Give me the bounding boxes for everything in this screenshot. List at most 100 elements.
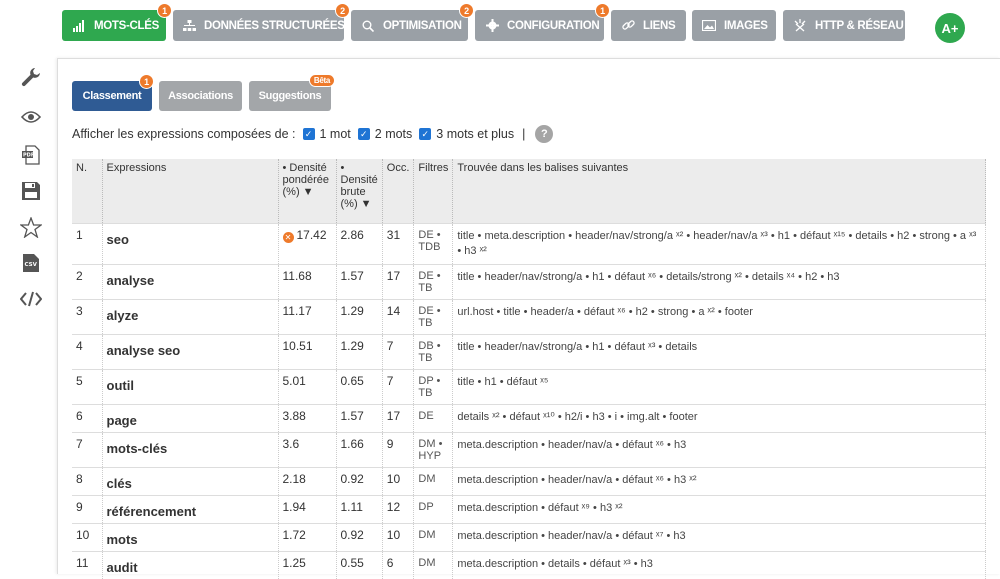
checkbox-1-mot[interactable]: ✓ bbox=[302, 128, 315, 140]
cell-expression-text: page bbox=[106, 412, 137, 428]
pdf-icon[interactable]: PDF bbox=[20, 144, 42, 166]
table-row[interactable]: 8 clés 2.18 0.92 10 DM meta.description • head… bbox=[72, 466, 986, 495]
star-icon[interactable] bbox=[20, 216, 42, 238]
cell-filtres-text: DM bbox=[418, 472, 436, 485]
cell-occurrences-text: 17 bbox=[386, 408, 401, 423]
cell-expression-text: analyse bbox=[106, 272, 155, 288]
cell-densite-ponderee: 1.25 bbox=[278, 550, 337, 579]
cell-occurrences: 17 bbox=[382, 263, 415, 299]
tab-label: HTTP & RÉSEAU bbox=[815, 19, 904, 32]
column-header-occurrences[interactable]: Occ. bbox=[382, 159, 415, 223]
cell-number: 10 bbox=[72, 522, 103, 551]
table-row[interactable]: 10 mots 1.72 0.92 10 DM meta.description • hea… bbox=[72, 522, 986, 551]
column-header-n[interactable]: N. bbox=[72, 159, 103, 223]
cell-number: 11 bbox=[72, 550, 103, 579]
wrench-icon[interactable] bbox=[20, 66, 42, 88]
cell-expression: outil bbox=[102, 368, 279, 404]
column-header-filtres[interactable]: Filtres bbox=[413, 159, 454, 223]
tab-configuration[interactable]: CONFIGURATION 1 bbox=[475, 3, 610, 41]
cell-densite-ponderee-text: 5.01 bbox=[282, 373, 306, 388]
option-label: 1 mot bbox=[319, 127, 351, 141]
cell-densite-ponderee: 11.68 bbox=[278, 263, 337, 299]
cell-densite-ponderee: 1.72 bbox=[278, 522, 337, 551]
cell-filtres: DB • TB bbox=[413, 333, 454, 369]
cell-densite-ponderee: 5.01 bbox=[278, 368, 337, 404]
cell-expression-text: clés bbox=[106, 475, 132, 491]
cell-occurrences-text: 17 bbox=[386, 268, 401, 283]
table-row[interactable]: 2 analyse 11.68 1.57 17 DE • TB title • header… bbox=[72, 263, 986, 299]
notification-badge: 1 bbox=[595, 3, 610, 18]
help-icon[interactable]: ? bbox=[535, 125, 554, 143]
beta-badge: Bêta bbox=[308, 74, 335, 87]
tab-label: IMAGES bbox=[724, 19, 768, 32]
cell-filtres-text: DP • TB bbox=[418, 374, 441, 399]
sitemap-icon bbox=[183, 19, 196, 33]
eye-icon[interactable] bbox=[20, 106, 42, 128]
filter-label: Afficher les expressions composées de : bbox=[72, 127, 296, 141]
cell-densite-ponderee-text: 11.17 bbox=[282, 303, 312, 318]
tab-images[interactable]: IMAGES bbox=[692, 10, 776, 41]
table-row[interactable]: 1 seo ✕ 17.42 2.86 31 DE • TDB title • meta.des… bbox=[72, 222, 986, 264]
cell-densite-brute-text: 1.57 bbox=[340, 268, 364, 283]
checkbox-3-mots-et-plus[interactable]: ✓ bbox=[419, 128, 432, 140]
column-header-densite-ponderee[interactable]: • Densité pondérée (%) ▼ bbox=[278, 159, 337, 223]
cell-densite-ponderee: 3.6 bbox=[278, 431, 337, 467]
save-icon[interactable] bbox=[20, 180, 42, 202]
table-row[interactable]: 9 référencement 1.94 1.11 12 DP meta.descripti… bbox=[72, 494, 986, 523]
tab-label: CONFIGURATION bbox=[507, 19, 600, 32]
cell-expression-text: mots bbox=[106, 531, 138, 547]
checkbox-2-mots[interactable]: ✓ bbox=[357, 128, 370, 140]
table-row[interactable]: 5 outil 5.01 0.65 7 DP • TB title • h1 • défau… bbox=[72, 368, 986, 404]
cell-filtres: DE bbox=[413, 403, 454, 432]
cell-occurrences-text: 9 bbox=[386, 436, 394, 451]
subtab-classement[interactable]: Classement 1 bbox=[72, 74, 154, 111]
tab-liens[interactable]: LIENS bbox=[611, 10, 686, 41]
cell-densite-brute: 0.92 bbox=[336, 522, 383, 551]
cell-balises-text: meta.description • details • défaut ˣ³ •… bbox=[457, 557, 653, 570]
cell-occurrences-text: 10 bbox=[386, 471, 401, 486]
tab-mots-cles[interactable]: MOTS-CLÉS 1 bbox=[62, 3, 172, 41]
subtab-suggestions[interactable]: Suggestions Bêta bbox=[249, 74, 335, 111]
column-header-expressions[interactable]: Expressions bbox=[102, 159, 279, 223]
cell-densite-brute-text: 1.29 bbox=[340, 338, 364, 353]
cell-balises: meta.description • défaut ˣ⁹ • h3 ˣ² bbox=[452, 494, 986, 523]
cell-number: 3 bbox=[72, 298, 103, 334]
cell-densite-brute-text: 0.92 bbox=[340, 527, 364, 542]
column-header-balises[interactable]: Trouvée dans les balises suivantes bbox=[452, 159, 986, 223]
cell-expression-text: seo bbox=[106, 231, 129, 247]
keywords-table: N. Expressions • Densité pondérée (%) ▼ … bbox=[72, 159, 986, 579]
cell-expression: mots-clés bbox=[102, 431, 279, 467]
cell-filtres-text: DE • TB bbox=[418, 269, 441, 294]
table-row[interactable]: 6 page 3.88 1.57 17 DE details ˣ² • défaut ˣ¹⁰… bbox=[72, 403, 986, 432]
csv-icon[interactable]: CSV bbox=[20, 252, 42, 274]
score-grade-badge[interactable]: A+ bbox=[935, 13, 965, 43]
gear-icon bbox=[485, 19, 499, 33]
cell-balises-text: meta.description • header/nav/a • défaut… bbox=[457, 529, 686, 542]
subtab-associations[interactable]: Associations bbox=[159, 81, 242, 111]
table-row[interactable]: 3 alyze 11.17 1.29 14 DE • TB url.host • title… bbox=[72, 298, 986, 334]
top-navigation: MOTS-CLÉS 1 DONNÉES STRUCTURÉES 2 OPTIMI… bbox=[0, 0, 1000, 56]
cell-balises: title • header/nav/strong/a • h1 • défau… bbox=[452, 333, 986, 369]
table-row[interactable]: 11 audit 1.25 0.55 6 DM meta.description • det… bbox=[72, 550, 986, 579]
cell-balises-text: title • meta.description • header/nav/st… bbox=[457, 229, 977, 257]
column-header-densite-brute[interactable]: • Densité brute (%) ▼ bbox=[336, 159, 383, 223]
tab-http-reseau[interactable]: HTTP & RÉSEAU bbox=[783, 10, 905, 41]
code-icon[interactable] bbox=[20, 288, 42, 310]
cell-expression-text: mots-clés bbox=[106, 440, 168, 456]
cell-occurrences: 7 bbox=[382, 333, 415, 369]
table-row[interactable]: 4 analyse seo 10.51 1.29 7 DB • TB title • hea… bbox=[72, 333, 986, 369]
cell-balises-text: meta.description • header/nav/a • défaut… bbox=[457, 473, 697, 486]
table-header-row: N. Expressions • Densité pondérée (%) ▼ … bbox=[72, 159, 986, 223]
cell-occurrences: 6 bbox=[382, 550, 415, 579]
tab-donnees-structurees[interactable]: DONNÉES STRUCTURÉES 2 bbox=[173, 3, 350, 41]
cell-number-text: 1 bbox=[76, 227, 83, 242]
table-row[interactable]: 7 mots-clés 3.6 1.66 9 DM • HYP meta.descripti… bbox=[72, 431, 986, 467]
cell-densite-brute-text: 1.11 bbox=[340, 499, 363, 514]
image-icon bbox=[702, 19, 716, 33]
tab-optimisation[interactable]: OPTIMISATION 2 bbox=[351, 3, 474, 41]
cell-expression: analyse seo bbox=[102, 333, 279, 369]
word-count-filter: Afficher les expressions composées de : … bbox=[72, 125, 554, 143]
cell-densite-ponderee-text: 3.6 bbox=[282, 436, 300, 451]
cell-filtres-text: DE • TDB bbox=[418, 228, 441, 253]
cell-densite-brute: 0.92 bbox=[336, 466, 383, 495]
